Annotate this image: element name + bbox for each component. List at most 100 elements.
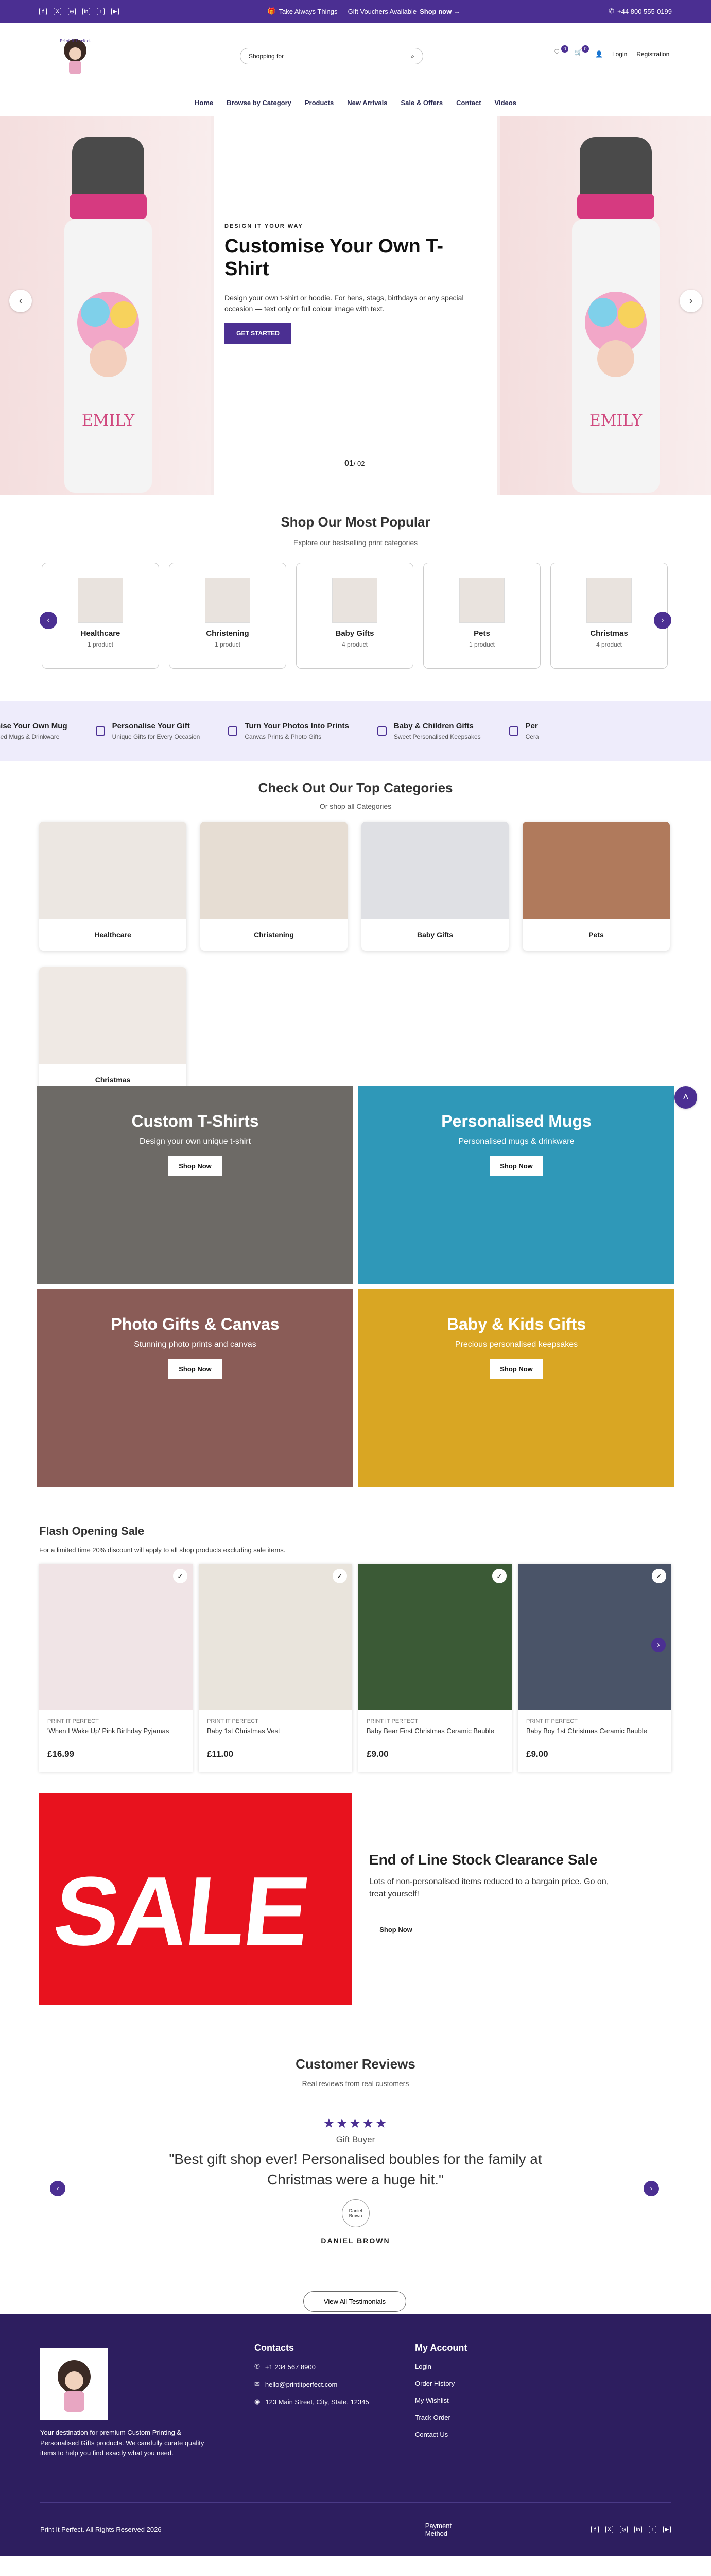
marquee-sub: ised Mugs & Drinkware	[0, 733, 60, 740]
marquee-sub: Sweet Personalised Keepsakes	[393, 733, 481, 740]
x-icon[interactable]: X	[54, 7, 61, 15]
popular-card[interactable]: Christening 1 product	[169, 563, 286, 669]
view-all-testimonials-button[interactable]: View All Testimonials	[303, 2291, 406, 2312]
product-name[interactable]: Baby Bear First Christmas Ceramic Bauble	[367, 1726, 504, 1744]
nav-new-arrivals[interactable]: New Arrivals	[347, 99, 387, 107]
category-card[interactable]: Healthcare	[39, 822, 186, 951]
reviews-section: Customer Reviews Real reviews from real …	[0, 2036, 711, 2314]
category-card[interactable]: Christmas	[39, 967, 186, 1096]
category-image	[200, 822, 348, 919]
search-icon[interactable]: ⌕	[411, 53, 414, 60]
popular-subtitle: Explore our bestselling print categories	[293, 538, 418, 547]
product-card[interactable]: ✓ PRINT IT PERFECT Baby Boy 1st Christma…	[518, 1564, 671, 1772]
tile-shop-button[interactable]: Shop Now	[168, 1359, 222, 1379]
tile-title: Baby & Kids Gifts	[446, 1315, 586, 1333]
product-next-button[interactable]: ›	[651, 1638, 666, 1652]
footer-link-order-history[interactable]: Order History	[415, 2380, 467, 2387]
footer-email[interactable]: ✉ hello@printitperfect.com	[254, 2380, 369, 2388]
cart-count: 0	[582, 45, 589, 53]
tile-baby-kids: Baby & Kids Gifts Precious personalised …	[358, 1289, 674, 1487]
wishlist-toggle-icon[interactable]: ✓	[492, 1569, 507, 1583]
popular-card[interactable]: Healthcare 1 product	[42, 563, 159, 669]
category-card-name: Pets	[588, 930, 604, 939]
x-icon[interactable]: X	[605, 2526, 613, 2533]
nav-browse-category[interactable]: Browse by Category	[227, 99, 291, 107]
wishlist-toggle-icon[interactable]: ✓	[652, 1569, 666, 1583]
review-next-button[interactable]: ›	[644, 2181, 659, 2196]
instagram-icon[interactable]: ◎	[68, 7, 76, 15]
product-card[interactable]: ✓ PRINT IT PERFECT Baby Bear First Chris…	[358, 1564, 512, 1772]
flash-subtitle: For a limited time 20% discount will app…	[39, 1546, 286, 1554]
hero-slider: EMILY DESIGN IT YOUR WAY Customise Your …	[0, 116, 711, 495]
topcats-subtitle[interactable]: Or shop all Categories	[0, 802, 711, 810]
register-link[interactable]: Registration	[636, 50, 669, 58]
product-name[interactable]: Baby Boy 1st Christmas Ceramic Bauble	[526, 1726, 663, 1744]
popular-next-button[interactable]: ›	[654, 612, 671, 629]
footer-logo[interactable]	[40, 2348, 108, 2420]
footer-link-track-order[interactable]: Track Order	[415, 2414, 467, 2421]
hero-next-button[interactable]: ›	[680, 290, 702, 312]
linkedin-icon[interactable]: in	[634, 2526, 642, 2533]
tiktok-icon[interactable]: ♪	[649, 2526, 656, 2533]
star-icon	[509, 726, 518, 736]
footer-link-login[interactable]: Login	[415, 2363, 467, 2370]
promo-link[interactable]: Shop now →	[420, 8, 460, 15]
category-card[interactable]: Pets	[523, 822, 670, 951]
wishlist-icon[interactable]: ♡ 0	[554, 45, 568, 60]
popular-title: Shop Our Most Popular	[281, 514, 430, 530]
search-input[interactable]: Shopping for ⌕	[240, 48, 423, 64]
promo-text: Take Always Things — Gift Vouchers Avail…	[279, 7, 417, 15]
youtube-icon[interactable]: ▶	[663, 2526, 671, 2533]
product-image: ✓	[39, 1564, 193, 1710]
tile-shop-button[interactable]: Shop Now	[490, 1156, 543, 1176]
search-placeholder: Shopping for	[249, 53, 284, 60]
payment-method: Payment Method	[425, 2521, 452, 2537]
bottle-image: EMILY	[64, 137, 152, 493]
category-card-name: Christening	[254, 930, 294, 939]
product-name[interactable]: Baby 1st Christmas Vest	[207, 1726, 344, 1744]
popular-card[interactable]: Pets 1 product	[423, 563, 541, 669]
cart-icon[interactable]: 🛒 0	[575, 45, 589, 60]
product-name[interactable]: 'When I Wake Up' Pink Birthday Pyjamas	[47, 1726, 184, 1744]
gift-icon	[95, 726, 105, 736]
product-card[interactable]: ✓ PRINT IT PERFECT Baby 1st Christmas Ve…	[199, 1564, 352, 1772]
linkedin-icon[interactable]: in	[82, 7, 90, 15]
popular-card[interactable]: Christmas 4 product	[550, 563, 668, 669]
nav-sale-offers[interactable]: Sale & Offers	[401, 99, 443, 107]
tile-title: Custom T-Shirts	[131, 1112, 259, 1130]
footer-link-wishlist[interactable]: My Wishlist	[415, 2397, 467, 2404]
instagram-icon[interactable]: ◎	[620, 2526, 628, 2533]
category-card[interactable]: Baby Gifts	[361, 822, 509, 951]
footer-phone[interactable]: ✆ +1 234 567 8900	[254, 2363, 369, 2371]
scroll-top-button[interactable]: ˄	[674, 1086, 697, 1109]
nav-products[interactable]: Products	[305, 99, 334, 107]
site-logo[interactable]: Print It Perfect	[58, 35, 93, 80]
tiktok-icon[interactable]: ♪	[97, 7, 105, 15]
tile-shop-button[interactable]: Shop Now	[490, 1359, 543, 1379]
wishlist-toggle-icon[interactable]: ✓	[173, 1569, 187, 1583]
get-started-button[interactable]: GET STARTED	[224, 323, 291, 344]
topcats-title: Check Out Our Top Categories	[258, 780, 453, 795]
nav-videos[interactable]: Videos	[495, 99, 516, 107]
facebook-icon[interactable]: f	[591, 2526, 599, 2533]
popular-prev-button[interactable]: ‹	[40, 612, 57, 629]
slide-counter: 01/ 02	[344, 459, 365, 468]
facebook-icon[interactable]: f	[39, 7, 47, 15]
product-card[interactable]: ✓ PRINT IT PERFECT 'When I Wake Up' Pink…	[39, 1564, 193, 1772]
category-card[interactable]: Christening	[200, 822, 348, 951]
tile-shop-button[interactable]: Shop Now	[168, 1156, 222, 1176]
product-price: £11.00	[207, 1749, 234, 1759]
wishlist-toggle-icon[interactable]: ✓	[333, 1569, 347, 1583]
popular-card[interactable]: Baby Gifts 4 product	[296, 563, 413, 669]
phone-number: +44 800 555-0199	[617, 7, 672, 15]
login-link[interactable]: Login	[612, 50, 627, 58]
footer-link-contact[interactable]: Contact Us	[415, 2431, 467, 2438]
review-prev-button[interactable]: ‹	[50, 2181, 65, 2196]
youtube-icon[interactable]: ▶	[111, 7, 119, 15]
hero-prev-button[interactable]: ‹	[9, 290, 32, 312]
top-phone[interactable]: ✆ +44 800 555-0199	[609, 7, 672, 15]
clearance-shop-button[interactable]: Shop Now	[369, 1920, 423, 1939]
category-count: 1 product	[214, 641, 241, 648]
nav-home[interactable]: Home	[195, 99, 213, 107]
nav-contact[interactable]: Contact	[456, 99, 481, 107]
